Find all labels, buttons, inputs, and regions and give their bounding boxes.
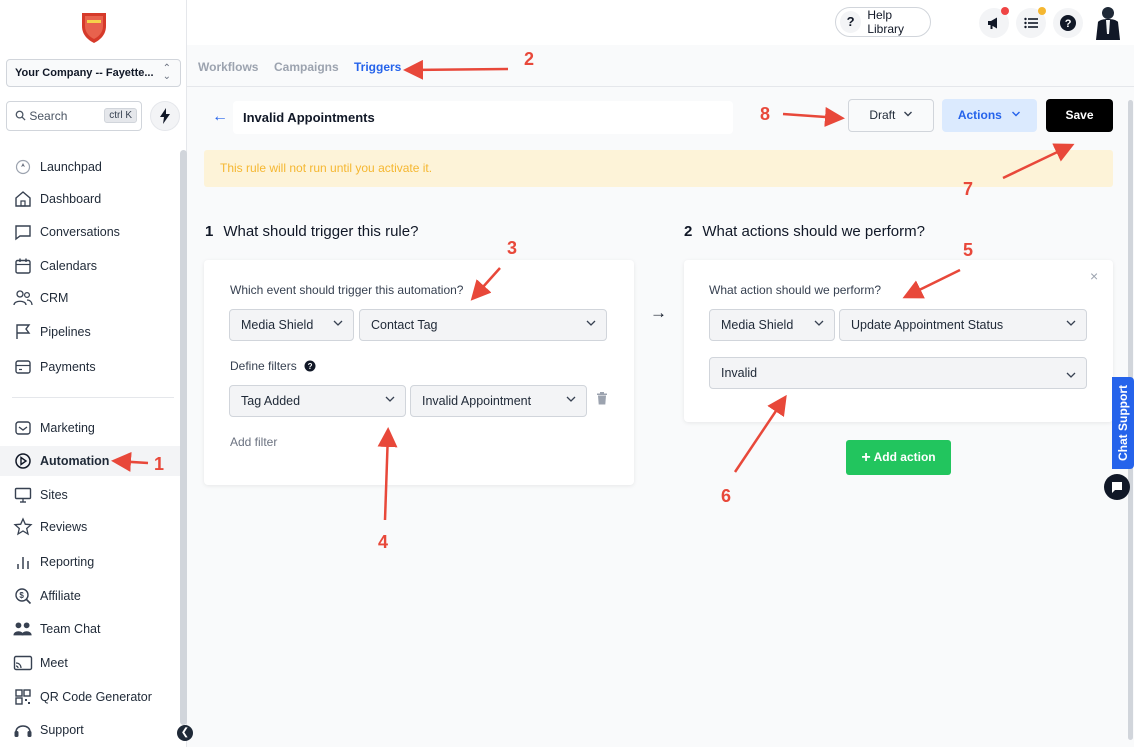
annotation-number-1: 1 bbox=[154, 454, 165, 474]
annotation-number-5: 5 bbox=[963, 240, 974, 260]
annotation-number-7: 7 bbox=[963, 179, 974, 199]
annotation-arrow-2 bbox=[403, 59, 509, 80]
annotation-arrow-1 bbox=[111, 451, 149, 472]
annotation-arrow-5 bbox=[902, 268, 961, 299]
annotation-number-6: 6 bbox=[721, 486, 732, 506]
annotation-number-3: 3 bbox=[507, 238, 518, 258]
annotation-arrow-3 bbox=[470, 267, 501, 301]
annotation-arrows bbox=[111, 59, 1075, 521]
annotation-number-4: 4 bbox=[378, 532, 389, 552]
annotation-arrow-4 bbox=[377, 427, 398, 521]
annotation-arrow-7 bbox=[1002, 143, 1075, 180]
annotation-number-8: 8 bbox=[760, 104, 771, 124]
annotation-arrow-8 bbox=[782, 106, 845, 127]
annotation-arrow-6 bbox=[733, 394, 787, 473]
annotation-number-2: 2 bbox=[524, 49, 535, 69]
